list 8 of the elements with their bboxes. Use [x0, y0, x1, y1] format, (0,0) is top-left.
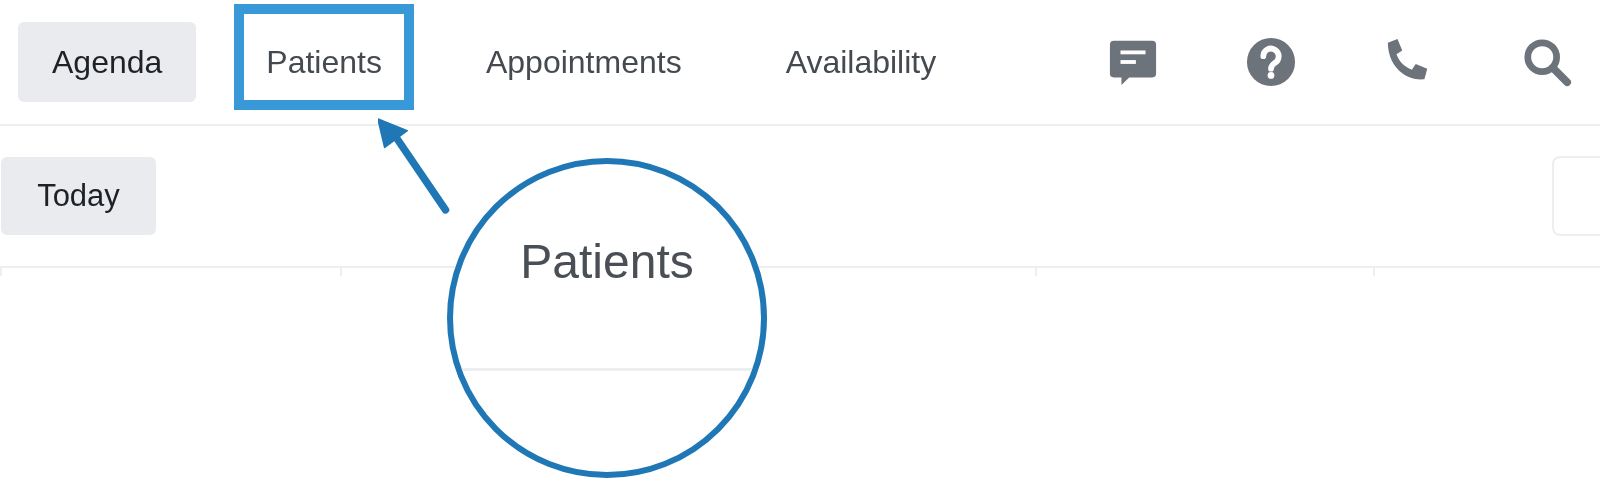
nav-tab[interactable]: Availability [751, 22, 971, 102]
nav-tab[interactable]: Patients [232, 22, 416, 102]
today-button[interactable]: Today [1, 157, 156, 235]
search-icon[interactable] [1522, 37, 1572, 87]
help-icon[interactable] [1246, 37, 1296, 87]
nav-tab[interactable]: Agenda [18, 22, 197, 102]
nav-tab[interactable]: Appointments [451, 22, 716, 102]
magnified-label: Patients [519, 234, 695, 289]
